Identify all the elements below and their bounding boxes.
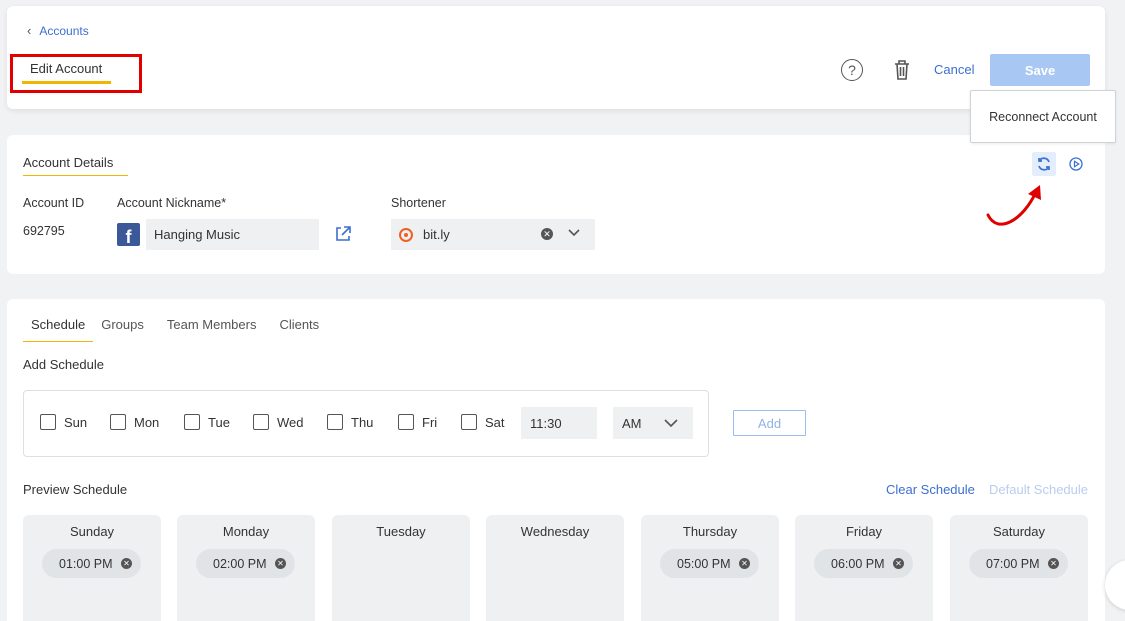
shortener-label: Shortener	[391, 196, 446, 210]
reconnect-button[interactable]	[1032, 152, 1056, 176]
question-circle-icon[interactable]: ?	[841, 59, 863, 81]
checkbox-tue[interactable]: Tue	[184, 414, 230, 430]
page-header: ‹ Accounts Edit Account ? Cancel Save	[7, 6, 1105, 109]
checkbox-sat[interactable]: Sat	[461, 414, 505, 430]
preview-day-monday: Monday 02:00 PM ✕	[177, 515, 315, 621]
trash-icon[interactable]	[892, 58, 912, 82]
checkbox[interactable]	[461, 414, 477, 430]
remove-time-icon[interactable]: ✕	[121, 558, 132, 569]
time-chip-label: 06:00 PM	[831, 556, 885, 571]
tab-clients[interactable]: Clients	[279, 317, 319, 342]
time-chip-label: 01:00 PM	[59, 556, 113, 571]
checkbox-fri[interactable]: Fri	[398, 414, 437, 430]
checkbox[interactable]	[253, 414, 269, 430]
account-id-label: Account ID	[23, 196, 85, 210]
nickname-label: Account Nickname*	[117, 196, 227, 210]
day-name: Thursday	[682, 524, 738, 539]
chevron-left-icon: ‹	[27, 23, 32, 38]
back-link[interactable]: ‹ Accounts	[27, 23, 89, 38]
checkbox[interactable]	[110, 414, 126, 430]
cancel-button[interactable]: Cancel	[934, 62, 974, 77]
time-chip-label: 02:00 PM	[213, 556, 267, 571]
checkbox[interactable]	[40, 414, 56, 430]
time-chip: 06:00 PM ✕	[814, 549, 913, 578]
remove-time-icon[interactable]: ✕	[739, 558, 750, 569]
schedule-card: Schedule Groups Team Members Clients Add…	[7, 299, 1105, 621]
day-label: Mon	[134, 414, 160, 430]
preview-schedule-label: Preview Schedule	[23, 482, 128, 497]
day-label: Sun	[64, 414, 88, 430]
preview-day-sunday: Sunday 01:00 PM ✕	[23, 515, 161, 621]
schedule-tabs: Schedule Groups Team Members Clients	[23, 317, 342, 342]
clear-icon[interactable]: ✕	[541, 228, 553, 240]
save-button[interactable]: Save	[990, 54, 1090, 86]
checkbox[interactable]	[184, 414, 200, 430]
section-underline	[23, 175, 128, 176]
checkbox-sun[interactable]: Sun	[40, 414, 87, 430]
shortener-value: bit.ly	[423, 227, 450, 242]
add-schedule-box: Sun Mon Tue Wed Thu Fri Sat 11:30 AM	[23, 390, 709, 457]
remove-time-icon[interactable]: ✕	[275, 558, 286, 569]
account-details-card: Account Details Account ID 692795 Accoun…	[7, 135, 1105, 274]
time-chip: 01:00 PM ✕	[42, 549, 141, 578]
account-id-value: 692795	[23, 224, 65, 238]
preview-day-saturday: Saturday 07:00 PM ✕	[950, 515, 1088, 621]
day-label: Wed	[277, 414, 304, 430]
chevron-down-icon	[664, 419, 678, 428]
tab-team-members[interactable]: Team Members	[167, 317, 257, 342]
bitly-icon	[399, 227, 413, 242]
day-name: Sunday	[69, 524, 115, 539]
clear-schedule-link[interactable]: Clear Schedule	[886, 482, 975, 497]
default-schedule-link[interactable]: Default Schedule	[989, 482, 1088, 497]
day-name: Friday	[845, 524, 883, 539]
checkbox[interactable]	[398, 414, 414, 430]
back-link-label: Accounts	[39, 23, 89, 38]
day-name: Saturday	[992, 524, 1046, 539]
chevron-down-icon	[568, 229, 580, 237]
time-chip: 02:00 PM ✕	[196, 549, 295, 578]
facebook-icon: f	[117, 223, 140, 246]
time-chip: 07:00 PM ✕	[969, 549, 1068, 578]
reconnect-tooltip: Reconnect Account	[970, 90, 1116, 143]
preview-day-wednesday: Wednesday	[486, 515, 624, 621]
day-name: Monday	[222, 524, 270, 539]
tab-schedule[interactable]: Schedule	[23, 317, 94, 342]
day-label: Thu	[351, 414, 374, 430]
day-label: Tue	[208, 414, 230, 430]
time-chip: 05:00 PM ✕	[660, 549, 759, 578]
ampm-select[interactable]: AM	[613, 407, 693, 439]
nickname-input[interactable]: Hanging Music	[146, 219, 319, 250]
chat-launcher[interactable]	[1105, 560, 1125, 610]
add-button[interactable]: Add	[733, 410, 806, 436]
day-name: Wednesday	[520, 524, 590, 539]
title-underline	[22, 81, 111, 84]
time-chip-label: 07:00 PM	[986, 556, 1040, 571]
remove-time-icon[interactable]: ✕	[1048, 558, 1059, 569]
time-chip-label: 05:00 PM	[677, 556, 731, 571]
remove-time-icon[interactable]: ✕	[893, 558, 904, 569]
checkbox-thu[interactable]: Thu	[327, 414, 373, 430]
preview-day-friday: Friday 06:00 PM ✕	[795, 515, 933, 621]
day-name: Tuesday	[376, 524, 426, 539]
refresh-icon	[1038, 157, 1050, 171]
checkbox-wed[interactable]: Wed	[253, 414, 304, 430]
annotation-arrow	[986, 185, 1041, 226]
day-label: Sat	[485, 414, 505, 430]
checkbox-mon[interactable]: Mon	[110, 414, 159, 430]
shortener-select[interactable]: bit.ly ✕	[391, 219, 595, 250]
checkbox[interactable]	[327, 414, 343, 430]
preview-day-tuesday: Tuesday	[332, 515, 470, 621]
section-title: Account Details	[23, 155, 114, 170]
play-circle-icon[interactable]	[1069, 157, 1083, 171]
external-link-icon[interactable]	[334, 225, 352, 243]
tab-groups[interactable]: Groups	[101, 317, 144, 342]
day-label: Fri	[422, 414, 438, 430]
ampm-value: AM	[622, 415, 642, 431]
time-input[interactable]: 11:30	[521, 407, 597, 439]
add-schedule-label: Add Schedule	[23, 357, 104, 372]
page-title: Edit Account	[30, 61, 103, 76]
preview-day-thursday: Thursday 05:00 PM ✕	[641, 515, 779, 621]
